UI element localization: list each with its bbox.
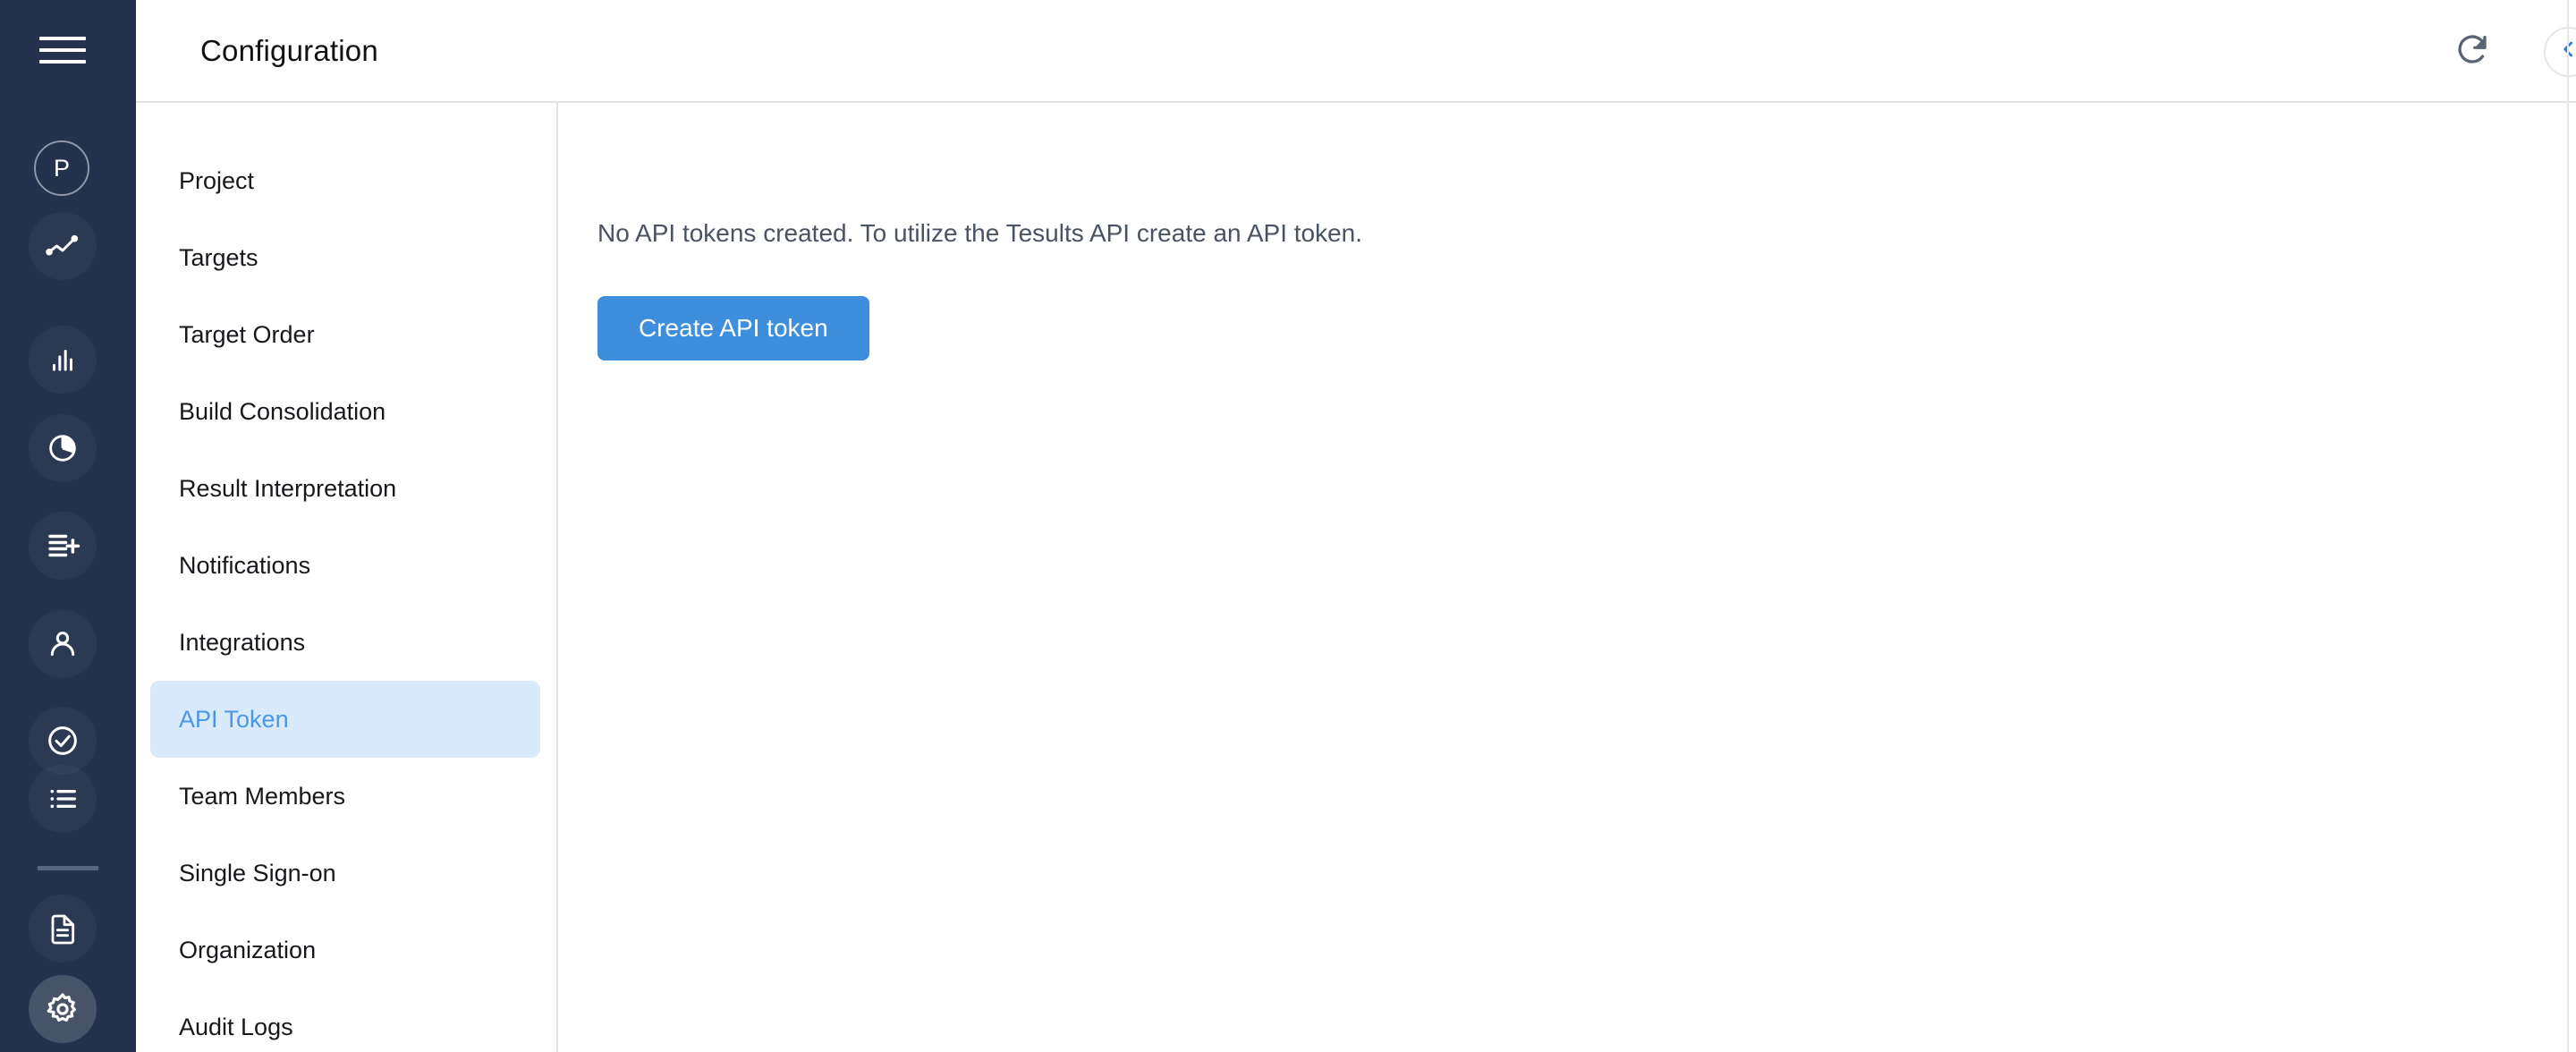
person-icon xyxy=(45,626,80,662)
avatar-letter: P xyxy=(53,154,70,182)
app-root: P Configuration Project Targets Target O… xyxy=(0,0,2576,1052)
avatar[interactable]: P xyxy=(34,140,89,196)
nav-item-label: Organization xyxy=(179,936,317,963)
chevron-left-icon xyxy=(2557,38,2576,65)
settings-nav-item-audit-logs[interactable]: Audit Logs xyxy=(150,988,540,1052)
settings-nav-item-notifications[interactable]: Notifications xyxy=(150,527,540,604)
settings-nav-item-organization[interactable]: Organization xyxy=(150,912,540,988)
refresh-button[interactable] xyxy=(2444,23,2501,81)
nav-item-label: Targets xyxy=(179,243,258,271)
page-body: Project Targets Target Order Build Conso… xyxy=(136,103,2576,1052)
settings-nav-item-team-members[interactable]: Team Members xyxy=(150,758,540,835)
nav-item-label: Project xyxy=(179,166,255,194)
settings-nav-item-result-interpretation[interactable]: Result Interpretation xyxy=(150,450,540,527)
check-circle-icon xyxy=(44,722,81,759)
nav-item-label: Build Consolidation xyxy=(179,397,386,425)
pie-chart-icon xyxy=(45,430,80,466)
nav-item-label: Result Interpretation xyxy=(179,474,397,502)
trend-line-icon xyxy=(45,228,80,264)
document-icon xyxy=(45,911,80,946)
nav-item-label: Notifications xyxy=(179,551,311,579)
main-pane: Configuration Project Targets Target Ord… xyxy=(136,0,2576,1052)
hamburger-bar xyxy=(39,37,86,40)
rail-item-analytics[interactable] xyxy=(29,414,97,482)
nav-item-label: Integrations xyxy=(179,628,306,656)
nav-item-label: Audit Logs xyxy=(179,1013,293,1040)
rail-item-docs[interactable] xyxy=(29,895,97,963)
settings-nav-item-project[interactable]: Project xyxy=(150,142,540,219)
bullet-list-icon xyxy=(45,781,80,817)
page-header: Configuration xyxy=(136,0,2576,103)
settings-nav-item-build-consolidation[interactable]: Build Consolidation xyxy=(150,373,540,450)
rail-item-account[interactable] xyxy=(29,610,97,678)
settings-nav-item-targets[interactable]: Targets xyxy=(150,219,540,296)
rail-item-dashboard[interactable] xyxy=(29,212,97,280)
settings-nav: Project Targets Target Order Build Conso… xyxy=(136,103,558,1052)
settings-nav-item-api-token[interactable]: API Token xyxy=(150,681,540,758)
refresh-icon xyxy=(2453,30,2491,72)
nav-item-label: API Token xyxy=(179,705,289,733)
hamburger-bar xyxy=(39,48,86,52)
settings-nav-item-target-order[interactable]: Target Order xyxy=(150,296,540,373)
nav-item-label: Single Sign-on xyxy=(179,859,336,887)
create-api-token-button[interactable]: Create API token xyxy=(597,296,869,361)
empty-state-message: No API tokens created. To utilize the Te… xyxy=(597,219,1363,247)
hamburger-icon[interactable] xyxy=(39,34,86,66)
nav-item-label: Team Members xyxy=(179,782,346,810)
list-plus-icon xyxy=(44,527,81,564)
page-title: Configuration xyxy=(200,33,378,67)
nav-item-label: Target Order xyxy=(179,320,315,348)
header-actions xyxy=(2444,0,2576,103)
gear-icon xyxy=(44,990,81,1028)
collapse-panel-button[interactable] xyxy=(2544,26,2576,77)
settings-nav-item-single-sign-on[interactable]: Single Sign-on xyxy=(150,835,540,912)
rail-divider xyxy=(38,866,98,870)
bar-chart-icon xyxy=(46,343,80,377)
rail-item-add-results[interactable] xyxy=(29,512,97,580)
rail-item-lists[interactable] xyxy=(29,765,97,833)
hamburger-bar xyxy=(39,60,86,64)
settings-nav-item-integrations[interactable]: Integrations xyxy=(150,604,540,681)
rail-item-reports[interactable] xyxy=(29,326,97,394)
rail-item-configuration[interactable] xyxy=(29,975,97,1043)
primary-icon-rail: P xyxy=(0,0,136,1052)
settings-content-api-token: No API tokens created. To utilize the Te… xyxy=(558,103,2576,1052)
